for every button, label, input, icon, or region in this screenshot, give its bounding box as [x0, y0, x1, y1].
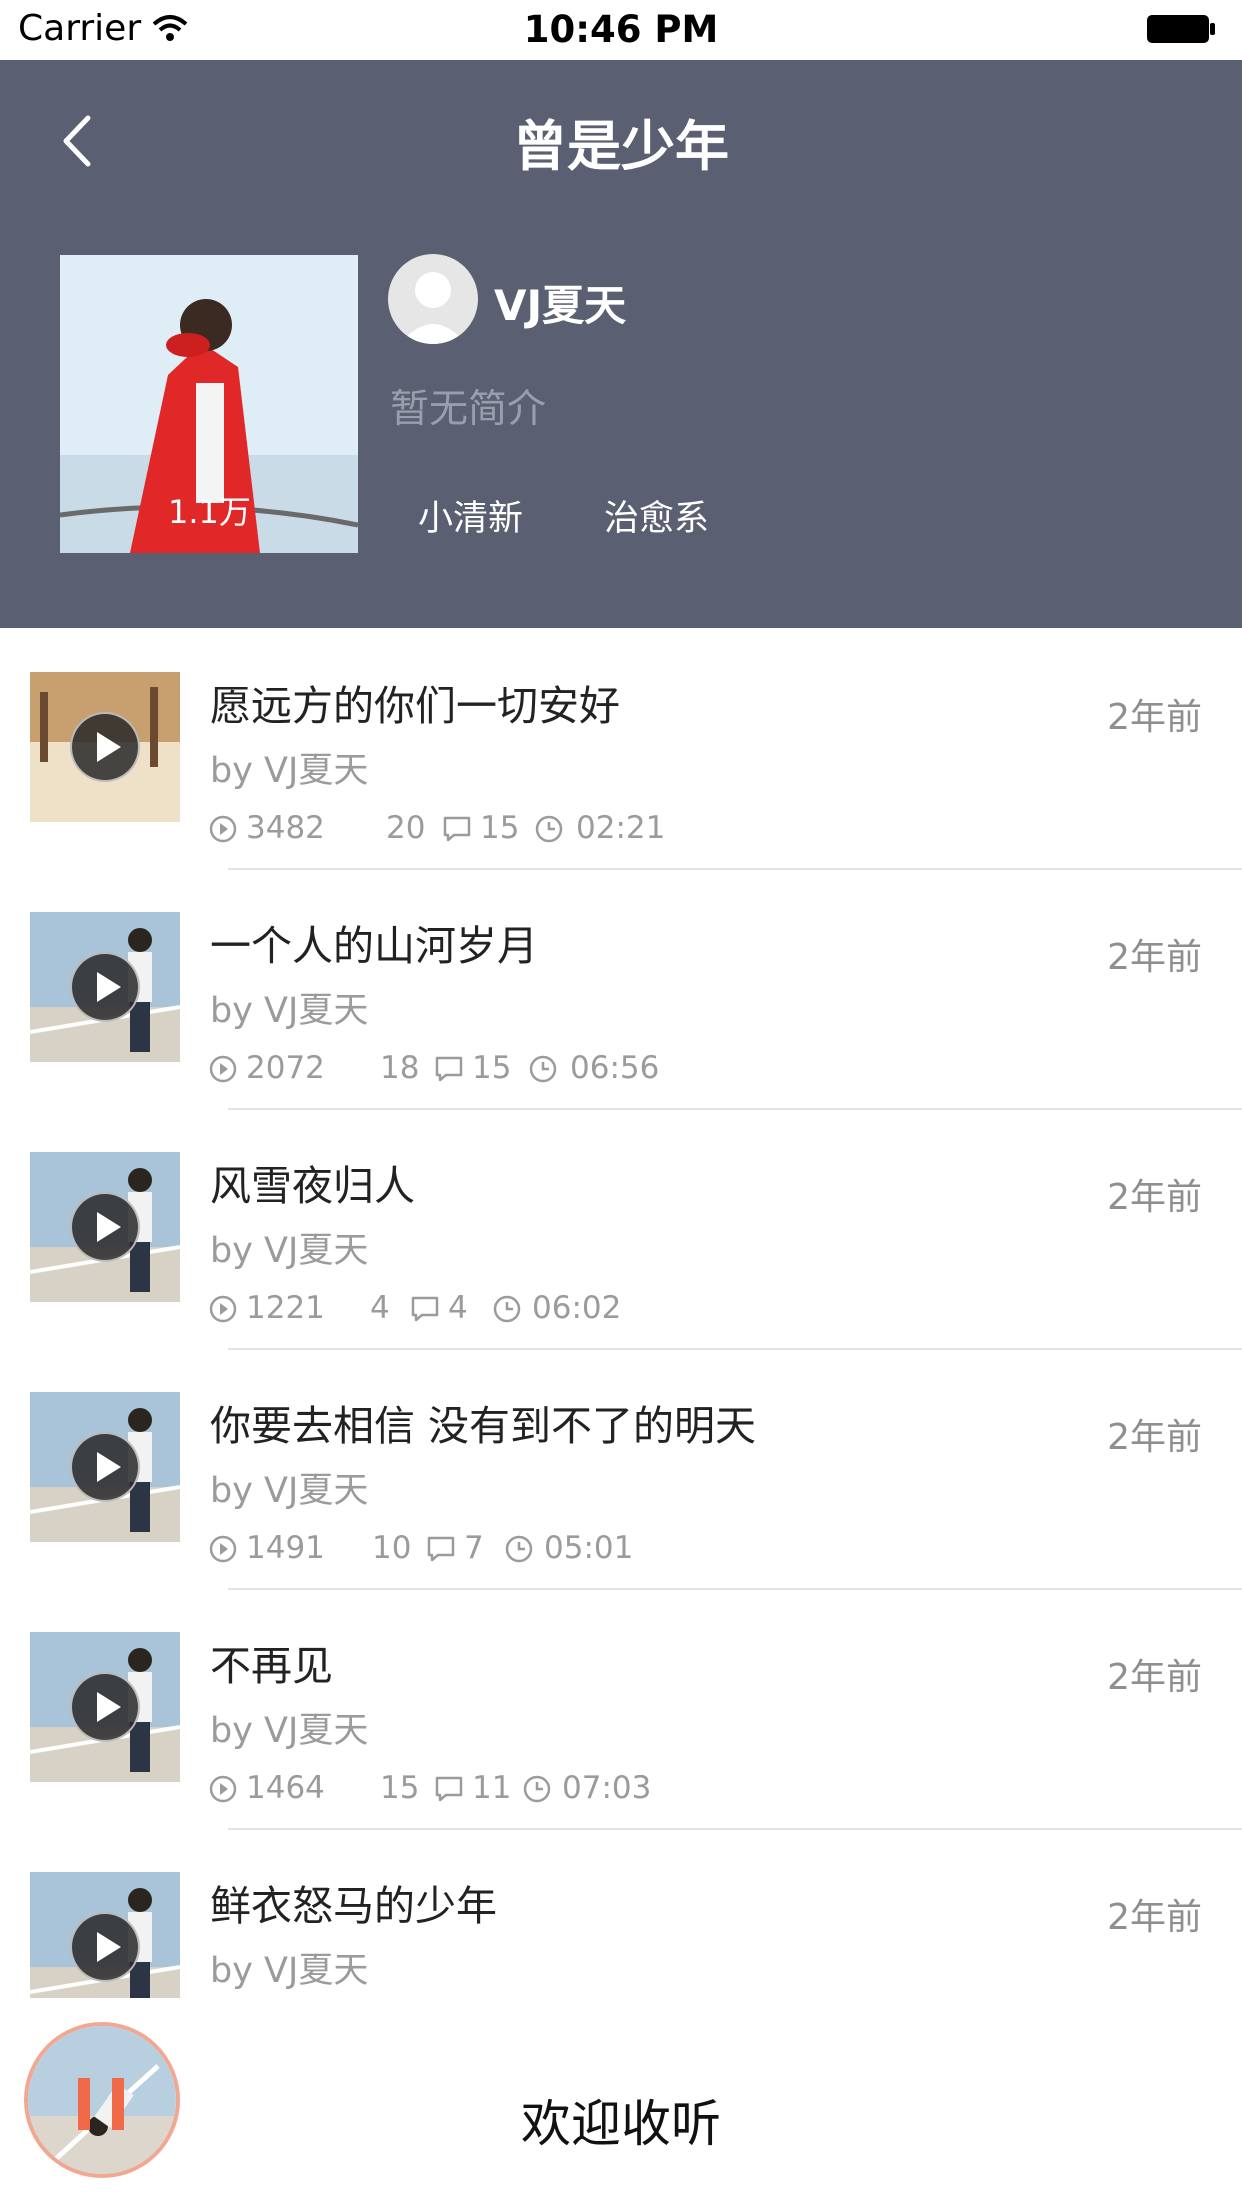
clock: 10:46 PM: [523, 8, 719, 51]
track-item[interactable]: 风雪夜归人 by VJ夏天 2年前 1221 4 4 06:02: [0, 1152, 1242, 1392]
comment-count: 11: [472, 1770, 512, 1806]
track-title: 不再见: [210, 1642, 333, 1690]
track-title: 愿远方的你们一切安好: [210, 682, 620, 730]
play-icon[interactable]: [70, 952, 140, 1022]
track-item[interactable]: 不再见 by VJ夏天 2年前 1464 15 11 07:03: [0, 1632, 1242, 1872]
album-header: 曾是少年 1.1万 VJ夏天 暂无简介 小清新 治愈系: [0, 60, 1242, 628]
divider: [228, 1828, 1242, 1830]
comment-icon: [427, 1536, 455, 1562]
comment-count: 4: [448, 1290, 468, 1326]
duration: 02:21: [576, 810, 666, 846]
play-count-icon: [209, 1055, 237, 1083]
track-title: 一个人的山河岁月: [210, 922, 538, 970]
author-name[interactable]: VJ夏天: [494, 272, 626, 333]
like-count: 18: [380, 1050, 420, 1086]
play-count: 1221: [246, 1290, 325, 1326]
duration: 06:02: [532, 1290, 622, 1326]
like-count: 20: [386, 810, 426, 846]
play-count-icon: [209, 815, 237, 843]
track-time: 2年前: [1107, 1657, 1202, 1698]
comment-icon: [411, 1296, 439, 1322]
duration: 05:01: [544, 1530, 634, 1566]
clock-icon: [493, 1295, 521, 1323]
author-bio: 暂无简介: [390, 387, 547, 432]
divider: [228, 1108, 1242, 1110]
battery-icon: [1147, 15, 1215, 43]
track-title: 风雪夜归人: [210, 1162, 415, 1210]
play-count: 3482: [246, 810, 325, 846]
duration: 06:56: [570, 1050, 660, 1086]
track-item[interactable]: 愿远方的你们一切安好 by VJ夏天 2年前 3482 20 15 02:21: [0, 672, 1242, 912]
track-time: 2年前: [1107, 937, 1202, 978]
track-time: 2年前: [1107, 697, 1202, 738]
track-thumbnail: [30, 1632, 180, 1782]
play-count-label: 1.1万: [168, 493, 251, 531]
clock-icon: [505, 1535, 533, 1563]
bottom-player-bar: 欢迎收听: [0, 1998, 1242, 2208]
track-author: by VJ夏天: [210, 991, 369, 1031]
track-item[interactable]: 一个人的山河岁月 by VJ夏天 2年前 2072 18 15 06:56: [0, 912, 1242, 1152]
track-thumbnail: [30, 912, 180, 1062]
play-icon[interactable]: [70, 712, 140, 782]
like-count: 10: [372, 1530, 412, 1566]
clock-icon: [529, 1055, 557, 1083]
comment-icon: [435, 1056, 463, 1082]
like-count: 15: [380, 1770, 420, 1806]
track-time: 2年前: [1107, 1177, 1202, 1218]
tag-item[interactable]: 小清新: [418, 490, 523, 541]
play-count-icon: [209, 1535, 237, 1563]
divider: [228, 1348, 1242, 1350]
play-count: 2072: [246, 1050, 325, 1086]
track-thumbnail: [30, 1392, 180, 1542]
clock-icon: [535, 815, 563, 843]
play-count-icon: [209, 1295, 237, 1323]
track-author: by VJ夏天: [210, 1951, 369, 1991]
divider: [228, 868, 1242, 870]
play-icon[interactable]: [70, 1192, 140, 1262]
album-cover: 1.1万: [60, 255, 358, 553]
track-author: by VJ夏天: [210, 1231, 369, 1271]
track-title: 鲜衣怒马的少年: [210, 1882, 497, 1930]
play-count-icon: [209, 1775, 237, 1803]
comment-icon: [443, 816, 471, 842]
track-thumbnail: [30, 1152, 180, 1302]
track-author: by VJ夏天: [210, 1711, 369, 1751]
track-time: 2年前: [1107, 1897, 1202, 1938]
comment-count: 15: [480, 810, 520, 846]
track-author: by VJ夏天: [210, 1471, 369, 1511]
welcome-text: 欢迎收听: [521, 2095, 721, 2153]
comment-count: 7: [464, 1530, 484, 1566]
play-count: 1464: [246, 1770, 325, 1806]
play-icon[interactable]: [70, 1432, 140, 1502]
play-count: 1491: [246, 1530, 325, 1566]
track-title: 你要去相信 没有到不了的明天: [210, 1402, 757, 1450]
author-avatar[interactable]: [388, 254, 478, 344]
tag-item[interactable]: 治愈系: [604, 490, 709, 541]
track-time: 2年前: [1107, 1417, 1202, 1458]
status-bar: Carrier 10:46 PM: [0, 0, 1242, 60]
play-icon[interactable]: [70, 1672, 140, 1742]
page-title: 曾是少年: [513, 115, 729, 178]
play-icon[interactable]: [70, 1912, 140, 1982]
track-author: by VJ夏天: [210, 751, 369, 791]
clock-icon: [523, 1775, 551, 1803]
track-thumbnail: [30, 672, 180, 822]
track-item[interactable]: 你要去相信 没有到不了的明天 by VJ夏天 2年前 1491 10 7 05:…: [0, 1392, 1242, 1632]
duration: 07:03: [562, 1770, 652, 1806]
comment-icon: [435, 1776, 463, 1802]
like-count: 4: [370, 1290, 390, 1326]
divider: [228, 1588, 1242, 1590]
comment-count: 15: [472, 1050, 512, 1086]
